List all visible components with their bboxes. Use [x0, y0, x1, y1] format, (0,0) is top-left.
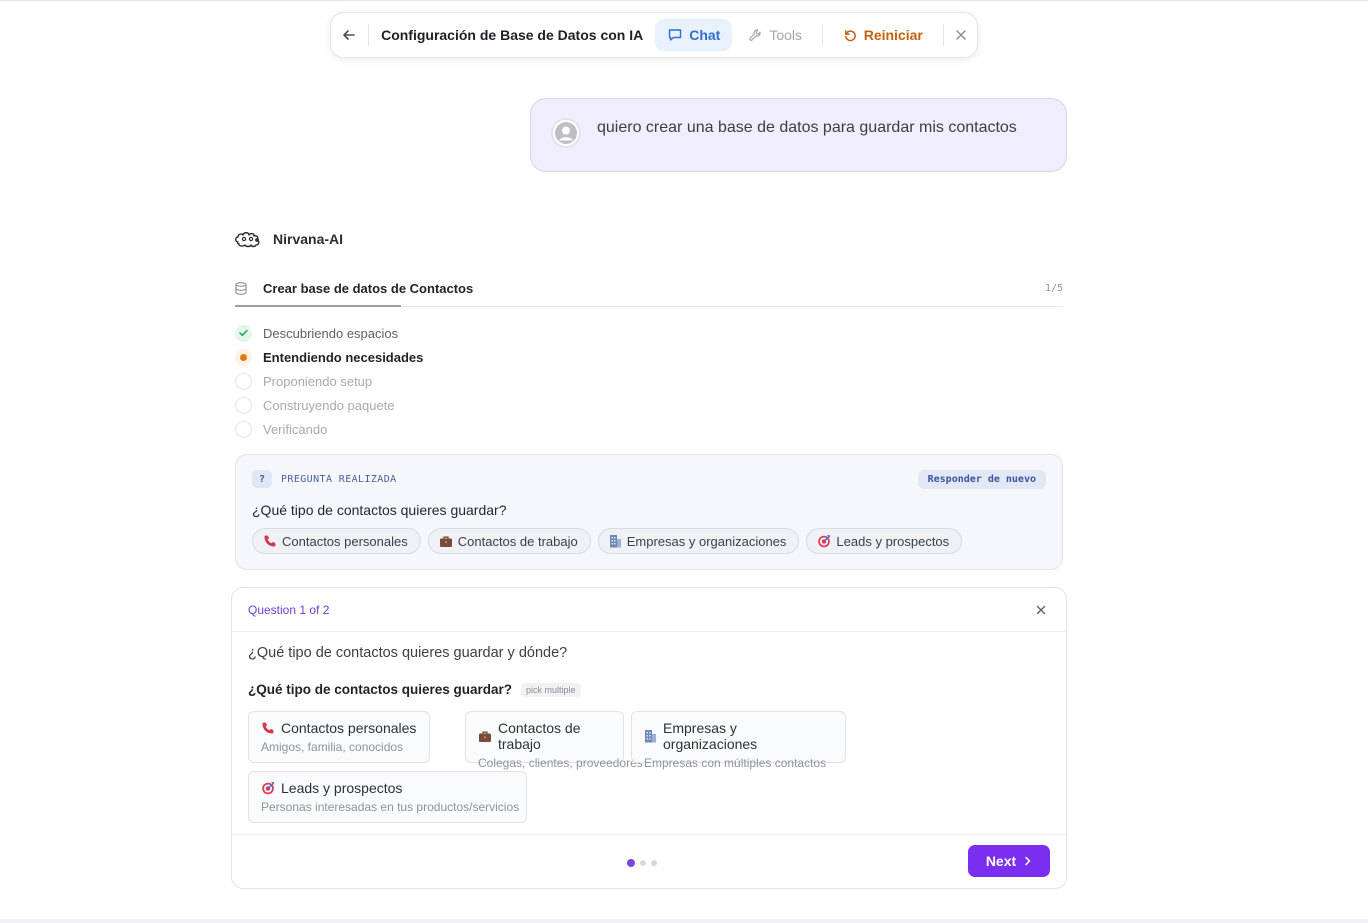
- user-message-text: quiero crear una base de datos para guar…: [597, 119, 1017, 136]
- tab-chat-label: Chat: [689, 27, 721, 43]
- tab-tools-label: Tools: [769, 27, 803, 43]
- rotate-ccw-icon: [844, 29, 856, 41]
- page-title: Configuración de Base de Datos con IA: [381, 27, 644, 43]
- task-step-count: 1/5: [1044, 283, 1063, 294]
- pagination-dot[interactable]: [627, 859, 635, 867]
- active-dot-icon: [235, 348, 252, 366]
- option-card[interactable]: Contactos de trabajo Colegas, clientes, p…: [465, 711, 643, 770]
- task-step: Entendiendo necesidades: [235, 345, 423, 369]
- divider: [822, 24, 823, 46]
- pending-circle-icon: [235, 420, 252, 438]
- task-step: Construyendo paquete: [235, 393, 423, 417]
- user-avatar-icon: [555, 122, 577, 144]
- option-title: Leads y prospectos: [281, 780, 403, 796]
- option-card[interactable]: Contactos personales Amigos, familia, con…: [248, 711, 430, 763]
- building-icon: [644, 729, 657, 743]
- task-header: Crear base de datos de Contactos 1/5: [235, 271, 1063, 307]
- task-progress-bar: [235, 305, 401, 307]
- task-step-label: Descubriendo espacios: [263, 325, 399, 341]
- assistant-header: Nirvana-AI: [234, 230, 343, 248]
- wrench-icon: [749, 28, 762, 41]
- option-description: Colegas, clientes, proveedores: [478, 756, 643, 770]
- assistant-name: Nirvana-AI: [273, 231, 344, 247]
- option-title: Contactos de trabajo: [498, 720, 581, 752]
- asked-question-card: ? PREGUNTA REALIZADA Responder de nuevo …: [235, 454, 1063, 570]
- pagination-dot[interactable]: [640, 860, 646, 866]
- question-panel: Question 1 of 2 ¿Qué tipo de contactos q…: [231, 587, 1067, 889]
- avatar: [551, 118, 581, 148]
- pending-circle-icon: [235, 396, 252, 414]
- next-label: Next: [985, 853, 1017, 869]
- tab-tools[interactable]: Tools: [736, 19, 814, 51]
- pending-circle-icon: [235, 372, 252, 390]
- building-icon: [609, 534, 622, 548]
- sub-question: ¿Qué tipo de contactos quieres guardar?: [248, 682, 513, 697]
- reset-label: Reiniciar: [863, 27, 923, 43]
- next-button[interactable]: Next: [968, 845, 1050, 877]
- asked-question-label: PREGUNTA REALIZADA: [281, 473, 397, 485]
- answer-chips: Contactos personales Contactos de trabajo…: [252, 528, 1046, 554]
- close-button[interactable]: [952, 19, 972, 51]
- briefcase-icon: [478, 730, 492, 743]
- asked-question-text: ¿Qué tipo de contactos quieres guardar?: [252, 502, 507, 518]
- answer-chip: Contactos personales: [252, 528, 421, 554]
- target-icon: [261, 781, 275, 795]
- task-step-label: Entendiendo necesidades: [263, 349, 424, 365]
- brain-logo-icon: [235, 232, 260, 248]
- bottom-bar: [0, 919, 1368, 923]
- task-title: Crear base de datos de Contactos: [263, 281, 474, 296]
- option-description: Empresas con múltiples contactos: [644, 756, 827, 770]
- pick-multiple-tag: pick multiple: [521, 682, 581, 697]
- phone-icon: [261, 721, 275, 735]
- user-message: quiero crear una base de datos para guar…: [530, 98, 1067, 172]
- option-title: Empresas y organizaciones: [663, 720, 758, 752]
- task-steps-list: Descubriendo espacios Entendiendo necesid…: [235, 321, 423, 441]
- question-badge: ?: [252, 470, 272, 488]
- task-step-label: Proponiendo setup: [263, 373, 373, 389]
- close-question-button[interactable]: [1032, 602, 1050, 618]
- option-card[interactable]: Leads y prospectos Personas interesadas e…: [248, 771, 527, 823]
- option-card[interactable]: Empresas y organizaciones Empresas con mú…: [631, 711, 846, 770]
- task-step-label: Verificando: [263, 421, 328, 437]
- briefcase-icon: [439, 535, 453, 548]
- check-icon: [235, 324, 252, 342]
- database-icon: [235, 282, 255, 295]
- option-description: Personas interesadas en tus productos/se…: [261, 800, 520, 814]
- question-step-label: Question 1 of 2: [248, 602, 330, 617]
- phone-icon: [263, 534, 277, 548]
- answer-chip-label: Contactos de trabajo: [457, 533, 578, 549]
- task-step: Descubriendo espacios: [235, 321, 423, 345]
- reanswer-button[interactable]: Responder de nuevo: [917, 469, 1046, 489]
- pagination-dot[interactable]: [651, 860, 657, 866]
- close-icon: [956, 30, 966, 40]
- answer-chip-label: Empresas y organizaciones: [626, 533, 787, 549]
- tab-chat[interactable]: Chat: [655, 19, 733, 51]
- task-step-label: Construyendo paquete: [263, 397, 395, 413]
- pagination-dots: [627, 859, 657, 867]
- answer-chip-label: Leads y prospectos: [836, 533, 950, 549]
- chat-bubble-icon: [669, 29, 682, 41]
- answer-chip-label: Contactos personales: [282, 533, 408, 549]
- divider: [368, 24, 370, 46]
- divider: [942, 24, 944, 46]
- answer-chip: Contactos de trabajo: [427, 528, 591, 554]
- option-description: Amigos, familia, conocidos: [261, 740, 404, 754]
- target-icon: [817, 534, 831, 548]
- chevron-right-icon: [1025, 856, 1031, 866]
- back-button[interactable]: [337, 19, 360, 51]
- answer-chip: Leads y prospectos: [806, 528, 963, 554]
- top-toolbar: Configuración de Base de Datos con IA Ch…: [330, 12, 978, 58]
- close-icon: [1036, 605, 1046, 614]
- task-step: Proponiendo setup: [235, 369, 423, 393]
- reset-button[interactable]: Reiniciar: [831, 19, 935, 51]
- answer-chip: Empresas y organizaciones: [597, 528, 800, 554]
- option-title: Contactos personales: [281, 720, 417, 736]
- arrow-left-icon: [342, 30, 355, 40]
- task-step: Verificando: [235, 417, 423, 441]
- main-question: ¿Qué tipo de contactos quieres guardar y…: [248, 645, 568, 661]
